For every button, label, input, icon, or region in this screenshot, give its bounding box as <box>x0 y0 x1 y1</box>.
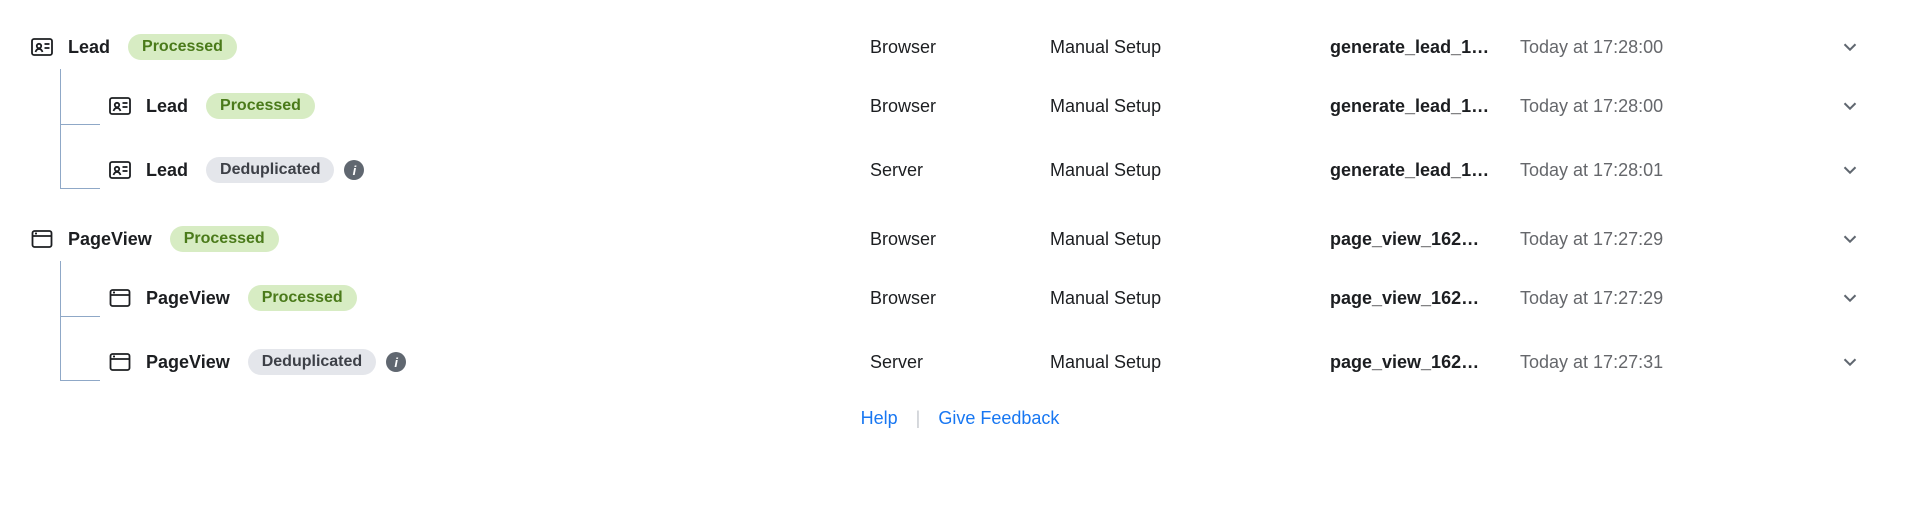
time-cell: Today at 17:27:29 <box>1520 288 1820 309</box>
expand-cell[interactable] <box>1820 351 1880 373</box>
method-cell: Manual Setup <box>1050 288 1330 309</box>
status-badge: Processed <box>170 226 279 252</box>
expand-cell[interactable] <box>1820 36 1880 58</box>
status-badge: Processed <box>128 34 237 60</box>
footer: Help | Give Feedback <box>0 394 1920 447</box>
chevron-down-icon[interactable] <box>1839 159 1861 181</box>
expand-cell[interactable] <box>1820 95 1880 117</box>
event-id-cell: generate_lead_1… <box>1330 160 1520 181</box>
chevron-down-icon[interactable] <box>1839 95 1861 117</box>
event-name: PageView <box>146 288 230 309</box>
tree-line <box>60 299 100 381</box>
source-cell: Server <box>870 352 1050 373</box>
expand-cell[interactable] <box>1820 159 1880 181</box>
method-cell: Manual Setup <box>1050 37 1330 58</box>
lead-icon <box>30 35 54 59</box>
lead-icon <box>108 94 132 118</box>
help-link[interactable]: Help <box>861 408 898 429</box>
events-table: Lead Processed Browser Manual Setup gene… <box>0 0 1920 394</box>
pageview-icon <box>108 350 132 374</box>
event-id-cell: generate_lead_1… <box>1330 37 1520 58</box>
status-badge: Processed <box>248 285 357 311</box>
source-cell: Browser <box>870 96 1050 117</box>
table-row[interactable]: PageView Processed Browser Manual Setup … <box>0 266 1920 330</box>
separator: | <box>916 408 921 429</box>
expand-cell[interactable] <box>1820 287 1880 309</box>
source-cell: Browser <box>870 229 1050 250</box>
time-cell: Today at 17:28:01 <box>1520 160 1820 181</box>
event-id-cell: page_view_162… <box>1330 352 1520 373</box>
time-cell: Today at 17:27:31 <box>1520 352 1820 373</box>
method-cell: Manual Setup <box>1050 160 1330 181</box>
event-name: Lead <box>146 160 188 181</box>
event-cell: Lead Processed <box>0 34 870 60</box>
pageview-icon <box>108 286 132 310</box>
chevron-down-icon[interactable] <box>1839 36 1861 58</box>
table-row[interactable]: PageView Processed Browser Manual Setup … <box>0 202 1920 266</box>
event-cell: PageView Deduplicated i <box>0 349 870 375</box>
method-cell: Manual Setup <box>1050 229 1330 250</box>
time-cell: Today at 17:28:00 <box>1520 96 1820 117</box>
event-cell: PageView Processed <box>0 226 870 252</box>
status-badge: Deduplicated <box>248 349 376 375</box>
event-cell: Lead Processed <box>0 93 870 119</box>
info-icon[interactable]: i <box>344 160 364 180</box>
info-icon[interactable]: i <box>386 352 406 372</box>
table-row[interactable]: Lead Processed Browser Manual Setup gene… <box>0 74 1920 138</box>
pageview-icon <box>30 227 54 251</box>
source-cell: Server <box>870 160 1050 181</box>
event-name: PageView <box>68 229 152 250</box>
table-row[interactable]: Lead Processed Browser Manual Setup gene… <box>0 10 1920 74</box>
event-name: Lead <box>146 96 188 117</box>
expand-cell[interactable] <box>1820 228 1880 250</box>
source-cell: Browser <box>870 37 1050 58</box>
table-row[interactable]: PageView Deduplicated i Server Manual Se… <box>0 330 1920 394</box>
event-id-cell: generate_lead_1… <box>1330 96 1520 117</box>
chevron-down-icon[interactable] <box>1839 287 1861 309</box>
status-badge: Deduplicated <box>206 157 334 183</box>
tree-line <box>60 107 100 189</box>
status-badge: Processed <box>206 93 315 119</box>
lead-icon <box>108 158 132 182</box>
event-cell: Lead Deduplicated i <box>0 157 870 183</box>
method-cell: Manual Setup <box>1050 96 1330 117</box>
chevron-down-icon[interactable] <box>1839 228 1861 250</box>
give-feedback-link[interactable]: Give Feedback <box>938 408 1059 429</box>
chevron-down-icon[interactable] <box>1839 351 1861 373</box>
time-cell: Today at 17:28:00 <box>1520 37 1820 58</box>
event-id-cell: page_view_162… <box>1330 288 1520 309</box>
event-name: PageView <box>146 352 230 373</box>
source-cell: Browser <box>870 288 1050 309</box>
event-cell: PageView Processed <box>0 285 870 311</box>
table-row[interactable]: Lead Deduplicated i Server Manual Setup … <box>0 138 1920 202</box>
event-id-cell: page_view_162… <box>1330 229 1520 250</box>
method-cell: Manual Setup <box>1050 352 1330 373</box>
time-cell: Today at 17:27:29 <box>1520 229 1820 250</box>
event-name: Lead <box>68 37 110 58</box>
